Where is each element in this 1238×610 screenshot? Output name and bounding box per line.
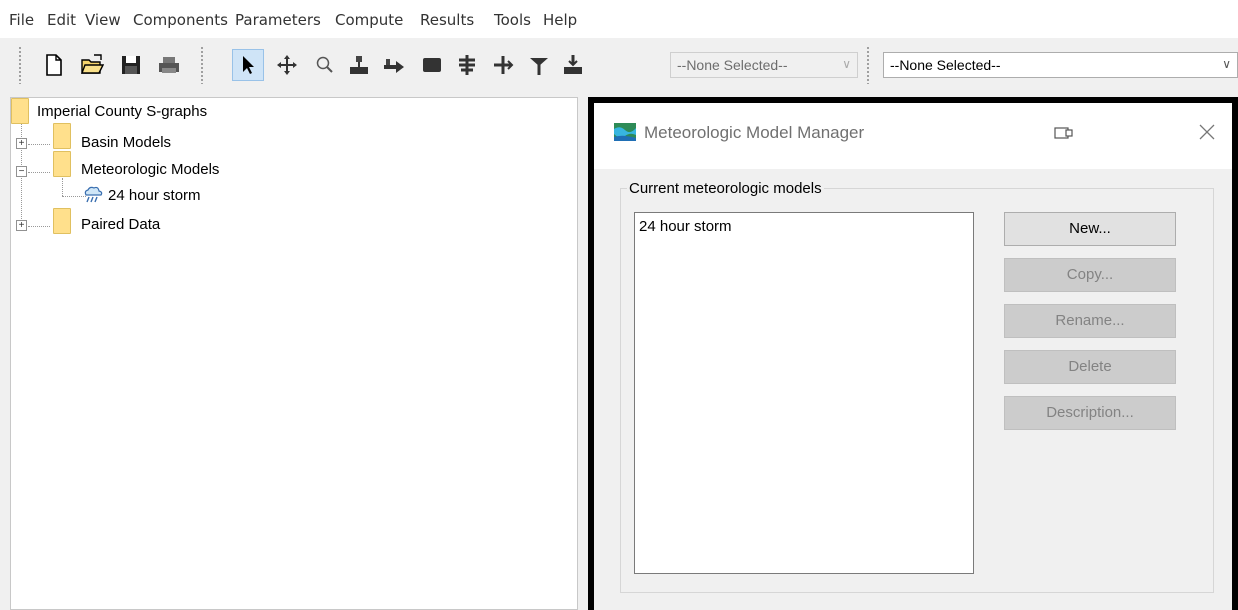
- print-icon[interactable]: [157, 53, 181, 77]
- storm-cloud-icon: [82, 183, 104, 207]
- rename-button[interactable]: Rename...: [1004, 304, 1176, 338]
- new-file-icon[interactable]: [42, 53, 66, 77]
- menu-bar: File Edit View Components Parameters Com…: [0, 0, 1238, 38]
- app-logo-icon: [614, 123, 636, 141]
- tree-line: [62, 178, 63, 196]
- list-item[interactable]: 24 hour storm: [639, 218, 969, 235]
- diversion-tool-icon[interactable]: [491, 53, 515, 77]
- element-select-value: --None Selected--: [677, 57, 788, 73]
- sink-tool-icon[interactable]: [561, 53, 585, 77]
- element-select-combo[interactable]: --None Selected-- ∨: [670, 52, 858, 78]
- reservoir-tool-icon[interactable]: [455, 53, 479, 77]
- meteorologic-model-manager-dialog: Meteorologic Model Manager Current meteo…: [588, 97, 1238, 610]
- menu-view[interactable]: View: [85, 11, 121, 29]
- reach-tool-icon[interactable]: [382, 53, 406, 77]
- models-listbox[interactable]: 24 hour storm: [634, 212, 974, 574]
- tree-line: [28, 144, 50, 145]
- toolbar-grip-3[interactable]: [866, 46, 870, 84]
- chevron-down-icon: ∨: [1222, 57, 1231, 71]
- toolbar-grip[interactable]: [18, 46, 22, 84]
- expand-plus-icon[interactable]: +: [16, 220, 27, 231]
- tree-line: [28, 172, 50, 173]
- close-icon[interactable]: [1197, 122, 1217, 142]
- restore-window-icon[interactable]: [1054, 125, 1074, 141]
- open-folder-icon[interactable]: [80, 53, 104, 77]
- folder-icon: [53, 123, 71, 149]
- new-button[interactable]: New...: [1004, 212, 1176, 246]
- menu-results[interactable]: Results: [420, 11, 474, 29]
- folder-icon: [53, 151, 71, 177]
- groupbox-label: Current meteorologic models: [627, 180, 824, 197]
- collapse-minus-icon[interactable]: −: [16, 166, 27, 177]
- dialog-content: Current meteorologic models 24 hour stor…: [594, 169, 1232, 610]
- save-disk-icon[interactable]: [119, 53, 143, 77]
- menu-components[interactable]: Components: [133, 11, 228, 29]
- tree-item-basin-models[interactable]: Basin Models: [81, 131, 171, 155]
- watershed-explorer-tree: Imperial County S-graphs + Basin Models …: [10, 97, 578, 610]
- dialog-window: Meteorologic Model Manager Current meteo…: [594, 103, 1232, 610]
- tree-line: [28, 226, 50, 227]
- select-arrow-icon[interactable]: [232, 49, 264, 81]
- junction-tool-icon[interactable]: [420, 53, 444, 77]
- menu-help[interactable]: Help: [543, 11, 577, 29]
- tree-item-24-hour-storm[interactable]: 24 hour storm: [108, 184, 201, 208]
- toolbar: --None Selected-- ∨ --None Selected-- ∨: [0, 38, 1238, 94]
- run-select-value: --None Selected--: [890, 57, 1001, 73]
- expand-plus-icon[interactable]: +: [16, 138, 27, 149]
- tree-item-meteorologic-models[interactable]: Meteorologic Models: [81, 158, 219, 182]
- menu-tools[interactable]: Tools: [494, 11, 531, 29]
- tree-item-paired-data[interactable]: Paired Data: [81, 213, 160, 237]
- copy-button[interactable]: Copy...: [1004, 258, 1176, 292]
- menu-parameters[interactable]: Parameters: [235, 11, 321, 29]
- menu-compute[interactable]: Compute: [335, 11, 403, 29]
- dialog-title: Meteorologic Model Manager: [644, 123, 865, 142]
- chevron-down-icon: ∨: [842, 57, 851, 71]
- subbasin-tool-icon[interactable]: [347, 53, 371, 77]
- folder-icon: [53, 208, 71, 234]
- move-pan-icon[interactable]: [275, 53, 299, 77]
- zoom-magnifier-icon[interactable]: [313, 53, 337, 77]
- run-select-combo[interactable]: --None Selected-- ∨: [883, 52, 1238, 78]
- menu-edit[interactable]: Edit: [47, 11, 76, 29]
- delete-button[interactable]: Delete: [1004, 350, 1176, 384]
- folder-icon: [11, 98, 29, 124]
- source-tool-icon[interactable]: [527, 53, 551, 77]
- menu-file[interactable]: File: [9, 11, 34, 29]
- toolbar-grip-2[interactable]: [200, 46, 204, 84]
- tree-root[interactable]: Imperial County S-graphs: [37, 100, 207, 124]
- description-button[interactable]: Description...: [1004, 396, 1176, 430]
